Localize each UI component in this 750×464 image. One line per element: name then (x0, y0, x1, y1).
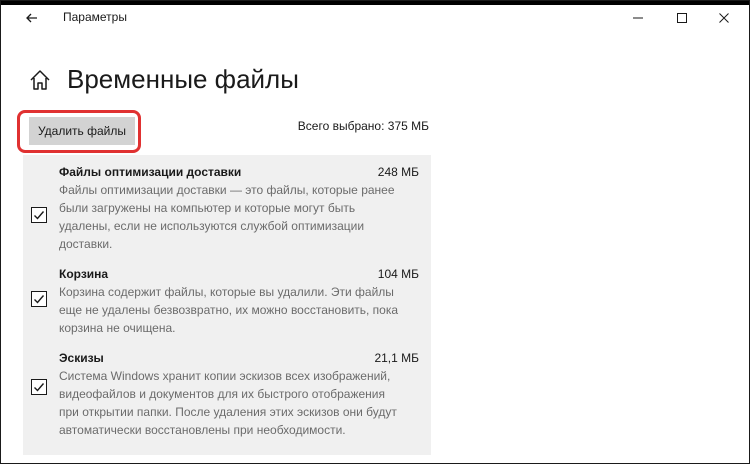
list-item-thumbnails: Эскизы 21,1 МБ Система Windows хранит ко… (23, 351, 431, 443)
item-size: 104 МБ (377, 267, 419, 281)
window-title: Параметры (63, 10, 127, 24)
item-name: Корзина (59, 267, 109, 281)
temp-files-list: Файлы оптимизации доставки 248 МБ Файлы … (23, 155, 431, 455)
item-size: 248 МБ (377, 165, 419, 179)
list-item-recycle-bin: Корзина 104 МБ Корзина содержит файлы, к… (23, 267, 431, 343)
total-selected-label: Всего выбрано: 375 МБ (297, 119, 429, 133)
home-icon[interactable] (27, 67, 53, 93)
item-description: Система Windows хранит копии эскизов все… (59, 369, 397, 437)
item-description: Файлы оптимизации доставки — это файлы, … (59, 183, 395, 251)
list-item-delivery-optimization: Файлы оптимизации доставки 248 МБ Файлы … (23, 165, 431, 257)
page-title: Временные файлы (67, 64, 299, 94)
checkbox-delivery-optimization[interactable] (31, 207, 47, 223)
checkbox-thumbnails[interactable] (31, 379, 47, 395)
item-description: Корзина содержит файлы, которые вы удали… (59, 285, 399, 335)
item-name: Эскизы (59, 351, 104, 365)
item-name: Файлы оптимизации доставки (59, 165, 242, 179)
arrow-left-icon[interactable] (21, 7, 43, 29)
item-size: 21,1 МБ (374, 351, 419, 365)
minimize-icon[interactable] (627, 7, 649, 29)
delete-files-button[interactable]: Удалить файлы (29, 117, 135, 145)
checkbox-recycle-bin[interactable] (31, 291, 47, 307)
title-bar: Параметры (1, 5, 749, 37)
maximize-icon[interactable] (671, 7, 693, 29)
close-icon[interactable] (713, 7, 735, 29)
settings-window: Параметры Временные файлы Удалить файлы … (0, 0, 750, 464)
